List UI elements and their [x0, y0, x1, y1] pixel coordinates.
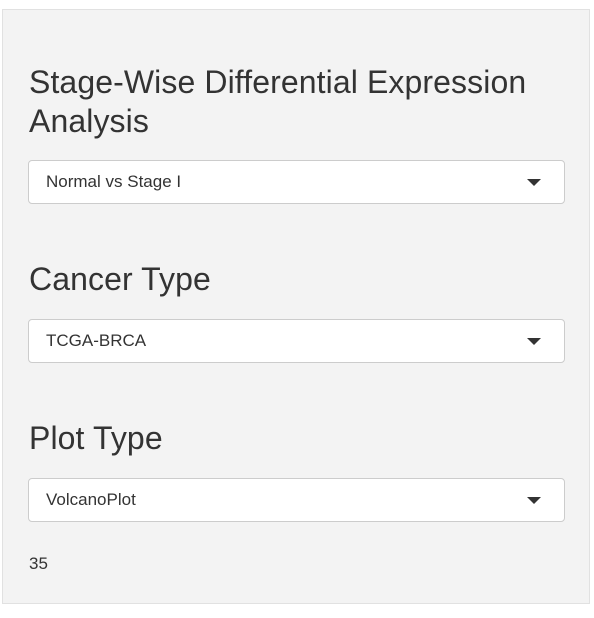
stage-analysis-heading: Stage-Wise Differential Expression Analy…: [29, 64, 527, 139]
cancer-type-heading: Cancer Type: [29, 261, 211, 297]
sidebar-panel: Stage-Wise Differential Expression Analy…: [2, 9, 590, 604]
stage-select-value: Normal vs Stage I: [46, 172, 182, 191]
cancer-type-select-value: TCGA-BRCA: [46, 331, 147, 350]
numeric-value-text: 35: [29, 554, 48, 573]
stage-select[interactable]: Normal vs Stage I: [28, 160, 565, 204]
caret-down-icon: [527, 497, 541, 504]
cancer-type-select[interactable]: TCGA-BRCA: [28, 319, 565, 363]
caret-down-icon: [527, 179, 541, 186]
caret-down-icon: [527, 338, 541, 345]
plot-type-heading: Plot Type: [29, 420, 163, 456]
plot-type-select-value: VolcanoPlot: [46, 490, 136, 509]
plot-type-select[interactable]: VolcanoPlot: [28, 478, 565, 522]
